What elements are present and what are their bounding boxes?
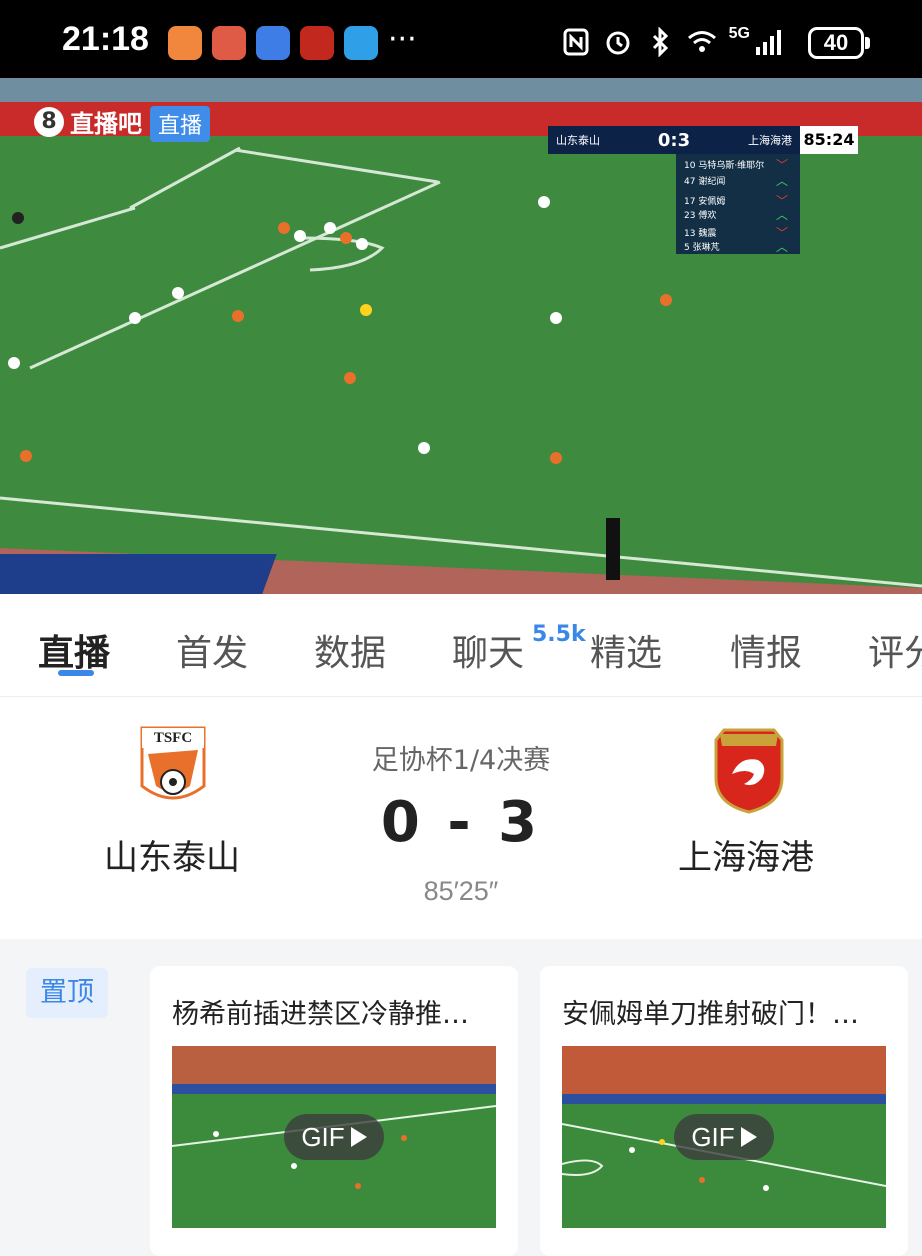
shanghai-port-logo-icon[interactable]: [710, 726, 788, 814]
sub-row: 5 张琳芃: [684, 240, 720, 253]
battery-tip: [865, 37, 870, 49]
overlay-away-team: 上海海港: [748, 134, 792, 147]
play-icon: [740, 1127, 757, 1147]
sub-player: 17 安佩姆: [684, 197, 726, 207]
overlay-score: 0:3: [657, 129, 691, 151]
sub-row: 47 谢纪闻: [684, 174, 725, 187]
tab-stats[interactable]: 数据: [314, 624, 386, 676]
sub-player: 23 傅欢: [684, 211, 717, 221]
status-time: 21:18: [62, 20, 149, 58]
zhibo8-logo-icon: 8: [34, 106, 64, 137]
substitution-panel: 10 马特乌斯·维耶尔 ﹀ 47 谢纪闻 ︿ 17 安佩姆 ﹀ 23 傅欢 ︿ …: [676, 154, 800, 254]
sub-row: 17 安佩姆: [684, 194, 725, 207]
highlight-title: 杨希前插进禁区冷静推…: [172, 999, 469, 1030]
battery-icon: 40: [808, 27, 864, 59]
signal-icon: [756, 30, 781, 55]
wifi-icon: [687, 31, 716, 52]
sub-row: 13 魏震: [684, 226, 716, 239]
app-shield-icon: [212, 26, 246, 60]
tab-lineup[interactable]: 首发: [176, 624, 248, 676]
battery-level: 40: [823, 30, 849, 55]
tab-chat[interactable]: 聊天: [452, 624, 524, 676]
gif-label: GIF: [691, 1121, 735, 1152]
sub-in-arrow-icon: ︿: [775, 174, 788, 188]
match-time: 85′25″: [423, 876, 499, 906]
highlight-title: 安佩姆单刀推射破门！…: [562, 999, 859, 1030]
alarm-icon: [606, 31, 630, 55]
network-type: 5G: [728, 25, 750, 42]
sub-out-arrow-icon: ﹀: [775, 158, 788, 172]
gif-play-button[interactable]: GIF: [284, 1114, 384, 1160]
sub-in-arrow-icon: ︿: [775, 208, 788, 222]
broadcast-scoreboard: 山东泰山 0:3 上海海港: [548, 126, 800, 154]
sub-player: 13 魏震: [684, 229, 717, 239]
tab-live[interactable]: 直播: [38, 624, 110, 676]
highlight-thumbnail[interactable]: GIF: [562, 1046, 886, 1228]
sub-player: 10 马特乌斯·维耶尔: [684, 161, 765, 171]
gif-label: GIF: [301, 1121, 345, 1152]
live-tag: 直播: [150, 106, 211, 142]
status-bar: 21:18 ··· 5G 40: [0, 0, 922, 80]
highlight-card[interactable]: 杨希前插进禁区冷静推… GIF: [150, 966, 518, 1256]
active-tab-indicator: [58, 670, 94, 676]
more-notifications-icon: ···: [388, 22, 417, 57]
highlight-thumbnail[interactable]: GIF: [172, 1046, 496, 1228]
overlay-home-team: 山东泰山: [556, 134, 600, 147]
sub-row: 10 马特乌斯·维耶尔: [684, 158, 764, 171]
overlay-match-clock: 85:24: [800, 126, 858, 154]
pinned-label: 置顶: [26, 968, 108, 1018]
zhibo8-watermark: 8 直播吧: [34, 104, 142, 139]
tab-highlights[interactable]: 精选: [590, 624, 662, 676]
sub-player: 5 张琳芃: [684, 243, 720, 253]
video-player[interactable]: 8 直播吧 直播 山东泰山 0:3 上海海港 85:24 10 马特乌斯·维耶尔…: [0, 78, 922, 594]
gif-play-button[interactable]: GIF: [674, 1114, 774, 1160]
sub-row: 23 傅欢: [684, 208, 716, 221]
app-news-icon: [300, 26, 334, 60]
tab-ratings[interactable]: 评分: [868, 624, 922, 676]
app-zhibo8-icon: [256, 26, 290, 60]
away-team-name: 上海海港: [678, 838, 814, 878]
app-book-icon: [344, 26, 378, 60]
sub-in-arrow-icon: ︿: [775, 240, 788, 254]
nfc-icon: [563, 28, 589, 56]
highlight-card[interactable]: 安佩姆单刀推射破门！… GIF: [540, 966, 908, 1256]
play-icon: [350, 1127, 367, 1147]
sub-player: 47 谢纪闻: [684, 177, 726, 187]
brand-name: 直播吧: [70, 110, 142, 138]
app-heart-icon: [168, 26, 202, 60]
chat-count-badge: 5.5k: [532, 622, 586, 647]
bluetooth-icon: [652, 27, 668, 57]
tab-intel[interactable]: 情报: [730, 624, 802, 676]
